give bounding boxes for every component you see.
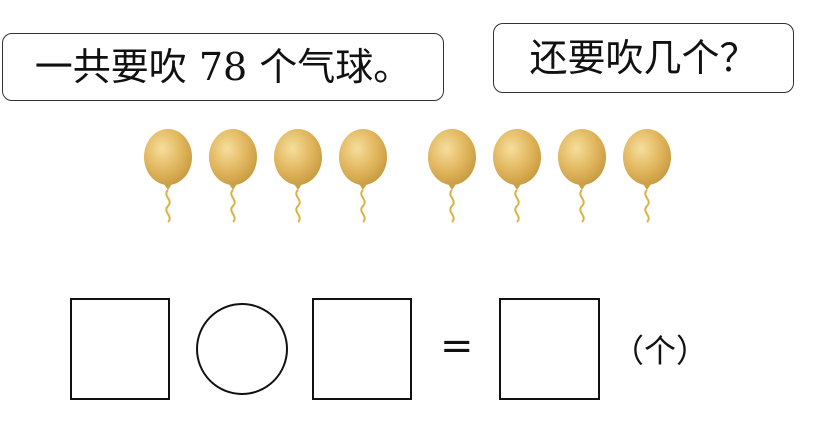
balloon <box>493 129 541 223</box>
balloon-body <box>274 129 322 185</box>
answer-box-second-number[interactable] <box>312 298 412 400</box>
balloon-knot <box>229 184 237 190</box>
balloon-body <box>493 129 541 185</box>
balloon <box>274 129 322 223</box>
balloon-string <box>165 189 171 223</box>
balloon-body <box>623 129 671 185</box>
balloon-body <box>339 129 387 185</box>
balloon <box>428 129 476 223</box>
operator-circle[interactable] <box>196 303 288 395</box>
balloon-knot <box>294 184 302 190</box>
balloon-knot <box>164 184 172 190</box>
balloon <box>558 129 606 223</box>
balloon-knot <box>643 184 651 190</box>
unit-label: （个） <box>612 332 709 370</box>
answer-box-result[interactable] <box>499 298 600 400</box>
balloon-string <box>295 189 301 223</box>
balloon-body <box>209 129 257 185</box>
balloon-string <box>579 189 585 223</box>
balloon-string <box>449 189 455 223</box>
answer-box-first-number[interactable] <box>70 298 170 400</box>
balloon-body <box>428 129 476 185</box>
balloon <box>339 129 387 223</box>
balloon-string <box>230 189 236 223</box>
equals-sign: = <box>440 323 474 369</box>
balloon-string <box>644 189 650 223</box>
balloon <box>144 129 192 223</box>
balloon-knot <box>359 184 367 190</box>
balloon <box>623 129 671 223</box>
balloon-body <box>558 129 606 185</box>
balloon-knot <box>448 184 456 190</box>
balloon-string <box>514 189 520 223</box>
balloon-knot <box>513 184 521 190</box>
balloon-string <box>360 189 366 223</box>
balloon <box>209 129 257 223</box>
balloon-knot <box>578 184 586 190</box>
balloon-body <box>144 129 192 185</box>
